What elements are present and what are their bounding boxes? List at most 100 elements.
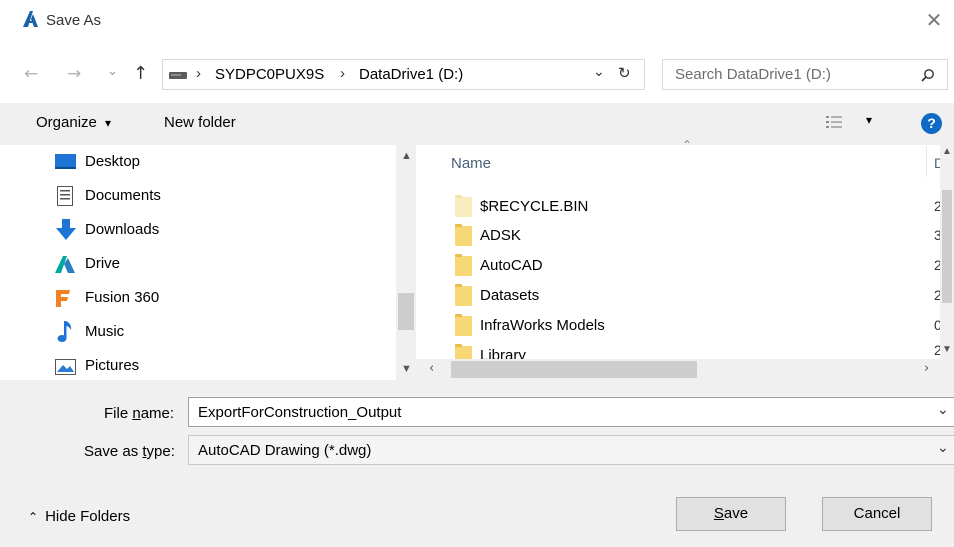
scroll-down-icon[interactable]: ▼: [942, 344, 952, 355]
close-button[interactable]: ✕: [920, 6, 948, 34]
folder-icon: [455, 254, 472, 276]
file-name-combobox[interactable]: ExportForConstruction_Output ⌄: [188, 397, 954, 427]
organize-button[interactable]: Organize ▾: [36, 114, 111, 131]
breadcrumb-separator: ›: [196, 65, 201, 82]
music-icon: [57, 321, 72, 342]
fusion360-icon: [56, 290, 70, 307]
scroll-up-icon[interactable]: ▲: [401, 150, 412, 162]
breadcrumb-computer[interactable]: SYDPC0PUX9S: [215, 66, 324, 83]
list-item[interactable]: InfraWorks Models: [451, 312, 931, 340]
help-button[interactable]: ?: [921, 113, 942, 134]
sidebar-scrollbar[interactable]: ▲ ▼: [396, 145, 416, 380]
list-item[interactable]: Library: [451, 342, 931, 359]
breadcrumb-separator: ›: [340, 65, 345, 82]
file-name: Datasets: [480, 287, 540, 304]
drive-icon: [169, 72, 187, 79]
list-item[interactable]: AutoCAD: [451, 252, 931, 280]
address-history-chevron-icon[interactable]: ⌄: [593, 64, 605, 80]
recent-locations-button[interactable]: ⌄: [107, 62, 118, 82]
column-header-name[interactable]: Name: [451, 155, 491, 172]
file-list-vscroll-thumb[interactable]: [942, 190, 952, 303]
autocad-logo-icon: [23, 11, 38, 27]
save-button[interactable]: Save: [676, 497, 786, 531]
file-name-input[interactable]: ExportForConstruction_Output: [198, 404, 401, 421]
label-part: ame:: [140, 405, 175, 422]
file-name: $RECYCLE.BIN: [480, 198, 589, 215]
sidebar-item-music[interactable]: Music: [55, 320, 385, 346]
folder-icon: [455, 284, 472, 306]
label-part: Save as: [84, 443, 143, 460]
sidebar-item-label: Music: [85, 323, 125, 340]
sidebar-scroll-thumb[interactable]: [398, 293, 414, 330]
organize-arrow-icon: ▾: [105, 116, 112, 130]
hide-folders-button[interactable]: ⌃ Hide Folders: [28, 508, 130, 525]
window-title: Save As: [46, 12, 102, 29]
refresh-icon[interactable]: ↻: [618, 64, 631, 82]
scroll-left-icon[interactable]: ‹: [429, 361, 434, 376]
sidebar-item-label: Fusion 360: [85, 289, 160, 306]
address-bar[interactable]: › SYDPC0PUX9S › DataDrive1 (D:) ⌄ ↻: [162, 59, 645, 90]
sidebar-item-pictures[interactable]: Pictures: [55, 354, 385, 380]
label-accelerator: n: [132, 405, 141, 422]
sidebar-item-drive[interactable]: Drive: [55, 252, 385, 278]
back-button[interactable]: ←: [24, 64, 38, 84]
scroll-right-icon[interactable]: ›: [924, 361, 929, 376]
sidebar-item-downloads[interactable]: Downloads: [55, 218, 385, 244]
desktop-icon: [55, 154, 76, 169]
chevron-up-icon: ⌃: [28, 510, 39, 524]
downloads-icon: [56, 219, 76, 240]
column-divider[interactable]: [926, 147, 927, 177]
sidebar-item-label: Documents: [85, 187, 161, 204]
list-item[interactable]: Datasets: [451, 282, 931, 310]
file-name: AutoCAD: [480, 257, 543, 274]
folder-icon: [455, 224, 472, 246]
file-name: ADSK: [480, 227, 521, 244]
list-item[interactable]: $RECYCLE.BIN: [451, 193, 931, 221]
sidebar-item-desktop[interactable]: Desktop: [55, 150, 385, 176]
folder-icon: [455, 314, 472, 336]
sort-ascending-icon: ⌃: [682, 138, 693, 152]
sidebar-item-documents[interactable]: Documents: [55, 184, 385, 210]
file-name: InfraWorks Models: [480, 317, 605, 334]
view-details-icon: [826, 116, 842, 128]
scroll-up-icon[interactable]: ▲: [942, 146, 952, 157]
save-as-type-value: AutoCAD Drawing (*.dwg): [198, 442, 372, 459]
pictures-icon: [55, 359, 76, 375]
up-button[interactable]: ↑: [133, 64, 148, 84]
search-field[interactable]: Search DataDrive1 (D:): [662, 59, 948, 90]
search-icon[interactable]: [921, 68, 935, 82]
save-as-type-select[interactable]: AutoCAD Drawing (*.dwg) ⌄: [188, 435, 954, 465]
chevron-down-icon[interactable]: ⌄: [937, 440, 949, 456]
file-name-label: File name:: [104, 405, 174, 422]
organize-label: Organize: [36, 114, 97, 131]
sidebar-item-fusion-360[interactable]: Fusion 360: [55, 286, 385, 312]
sidebar-item-label: Drive: [85, 255, 121, 272]
autodesk-drive-icon: [55, 256, 75, 273]
file-list-horizontal-scrollbar[interactable]: ‹ ›: [416, 359, 954, 380]
sidebar-item-label: Pictures: [85, 357, 140, 374]
button-accelerator: S: [713, 505, 724, 522]
label-part: File: [104, 405, 133, 422]
view-menu-arrow-icon: ▾: [866, 113, 873, 127]
file-list-vertical-scrollbar[interactable]: ▲ ▼: [940, 145, 954, 359]
list-item[interactable]: ADSK: [451, 222, 931, 250]
chevron-down-icon[interactable]: ⌄: [937, 402, 949, 418]
breadcrumb-drive[interactable]: DataDrive1 (D:): [359, 66, 463, 83]
save-as-type-label: Save as type:: [84, 443, 175, 460]
scroll-down-icon[interactable]: ▼: [401, 363, 412, 375]
hide-folders-label: Hide Folders: [45, 508, 131, 525]
folder-icon: [455, 344, 472, 359]
file-list-hscroll-thumb[interactable]: [451, 361, 697, 378]
search-input[interactable]: Search DataDrive1 (D:): [675, 66, 831, 83]
button-label: ave: [723, 505, 749, 522]
command-bar: Organize ▾ New folder ▾ ?: [0, 103, 954, 145]
cancel-button[interactable]: Cancel: [822, 497, 932, 531]
new-folder-button[interactable]: New folder: [164, 114, 236, 131]
folder-icon: [455, 195, 472, 217]
file-name: Library: [480, 347, 526, 359]
forward-button[interactable]: →: [67, 64, 81, 84]
sidebar-item-label: Downloads: [85, 221, 160, 238]
title-bar: Save As ✕: [0, 0, 954, 42]
sidebar-item-label: Desktop: [85, 153, 141, 170]
label-part: ype:: [146, 443, 175, 460]
